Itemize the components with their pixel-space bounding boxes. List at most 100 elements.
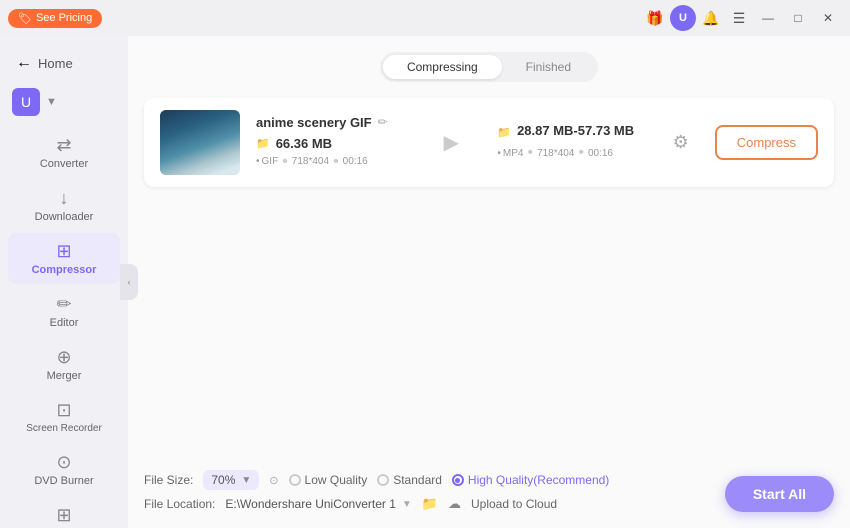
upload-cloud-icon[interactable]: ☁ xyxy=(448,496,461,512)
sidebar-item-dvd-burner[interactable]: ⊙ DVD Burner xyxy=(8,444,120,495)
file-size-selector[interactable]: 70% ▼ xyxy=(203,470,259,490)
home-icon: ← xyxy=(16,54,32,72)
compressor-label: Compressor xyxy=(32,264,97,276)
folder-browse-icon[interactable]: 📁 xyxy=(422,496,438,512)
source-size-value: 66.36 MB xyxy=(276,136,332,151)
standard-radio xyxy=(377,474,389,486)
editor-icon: ✏ xyxy=(56,294,71,315)
sidebar-item-tools[interactable]: ⊞ Tools xyxy=(8,497,120,528)
out-sep1: • xyxy=(527,144,533,162)
dvd-burner-label: DVD Burner xyxy=(34,475,93,487)
sidebar-collapse-button[interactable]: ‹ xyxy=(120,264,138,300)
notification-button[interactable]: 🔔 xyxy=(698,5,724,31)
file-size-label: File Size: xyxy=(144,473,193,487)
location-dropdown-arrow: ▼ xyxy=(402,499,412,510)
high-quality-label: High Quality(Recommend) xyxy=(468,473,609,487)
dropdown-arrow: ▼ xyxy=(241,475,251,486)
arrow-section: ▶ xyxy=(421,130,481,155)
menu-button[interactable]: ☰ xyxy=(726,5,752,31)
sidebar-item-screen-recorder[interactable]: ⊡ Screen Recorder xyxy=(8,392,120,442)
output-details: • MP4 • 718*404 • 00:16 xyxy=(497,144,646,162)
close-button[interactable]: ✕ xyxy=(814,7,842,29)
quality-icon: ⊙ xyxy=(269,474,278,487)
location-value: E:\Wondershare UniConverter 1 xyxy=(225,497,396,511)
screen-recorder-label: Screen Recorder xyxy=(26,423,102,434)
titlebar-controls: 🎁 U 🔔 ☰ — □ ✕ xyxy=(642,5,842,31)
editor-label: Editor xyxy=(50,317,79,329)
app-body: ← Home U ▼ ⇄ Converter ↓ Downloader ⊞ Co… xyxy=(0,36,850,528)
quality-options: Low Quality Standard High Quality(Recomm… xyxy=(289,473,610,487)
output-format: • MP4 xyxy=(497,148,523,159)
high-quality-option[interactable]: High Quality(Recommend) xyxy=(452,473,609,487)
tag-icon: 🏷 xyxy=(18,12,32,25)
arrow-icon: ▶ xyxy=(444,130,459,155)
low-quality-option[interactable]: Low Quality xyxy=(289,473,368,487)
converter-label: Converter xyxy=(40,158,88,170)
file-thumbnail xyxy=(160,110,240,175)
maximize-button[interactable]: □ xyxy=(784,7,812,29)
size-value: 70% xyxy=(211,473,235,487)
compress-button[interactable]: Compress xyxy=(715,125,818,160)
sidebar: ← Home U ▼ ⇄ Converter ↓ Downloader ⊞ Co… xyxy=(0,36,128,528)
settings-icon-button[interactable]: ⚙ xyxy=(663,125,699,161)
sidebar-item-merger[interactable]: ⊕ Merger xyxy=(8,339,120,390)
gift-button[interactable]: 🎁 xyxy=(642,5,668,31)
sidebar-item-compressor[interactable]: ⊞ Compressor xyxy=(8,233,120,284)
file-location-label: File Location: xyxy=(144,497,215,511)
merger-label: Merger xyxy=(47,370,82,382)
minimize-button[interactable]: — xyxy=(754,7,782,29)
sidebar-item-downloader[interactable]: ↓ Downloader xyxy=(8,180,120,231)
standard-label: Standard xyxy=(393,473,442,487)
sidebar-item-editor[interactable]: ✏ Editor xyxy=(8,286,120,337)
tab-bar: Compressing Finished xyxy=(144,52,834,82)
downloader-icon: ↓ xyxy=(60,188,69,209)
sidebar-home-label: Home xyxy=(38,56,73,71)
low-quality-label: Low Quality xyxy=(305,473,368,487)
avatar-button[interactable]: U xyxy=(670,5,696,31)
file-name-row: anime scenery GIF ✏ xyxy=(256,115,405,130)
titlebar: 🏷 See Pricing 🎁 U 🔔 ☰ — □ ✕ xyxy=(0,0,850,36)
low-quality-radio xyxy=(289,474,301,486)
high-quality-radio xyxy=(452,474,464,486)
screen-recorder-icon: ⊡ xyxy=(56,400,71,421)
output-file-info: 📁 28.87 MB-57.73 MB • MP4 • 718*404 • 00… xyxy=(497,123,646,162)
separator1: • xyxy=(282,153,288,171)
main-content: Compressing Finished anime scenery GIF ✏… xyxy=(128,36,850,528)
source-size: 📁 66.36 MB xyxy=(256,136,405,151)
see-pricing-button[interactable]: 🏷 See Pricing xyxy=(8,9,102,28)
standard-option[interactable]: Standard xyxy=(377,473,442,487)
start-all-button[interactable]: Start All xyxy=(725,476,834,512)
tab-compressing[interactable]: Compressing xyxy=(383,55,502,79)
output-size-value: 28.87 MB-57.73 MB xyxy=(517,123,634,138)
gift-icon: 🎁 xyxy=(646,10,663,27)
dvd-burner-icon: ⊙ xyxy=(56,452,71,473)
output-resolution: 718*404 xyxy=(537,148,574,159)
tab-container: Compressing Finished xyxy=(380,52,598,82)
sidebar-item-home[interactable]: ← Home xyxy=(0,44,128,82)
thumbnail-image xyxy=(160,110,240,175)
logo-arrow: ▼ xyxy=(46,96,57,108)
tools-icon: ⊞ xyxy=(56,505,71,526)
source-format: • GIF xyxy=(256,156,278,167)
upload-cloud-label: Upload to Cloud xyxy=(471,497,557,511)
folder-icon-output: 📁 xyxy=(497,126,511,139)
app-logo-area: U ▼ xyxy=(0,82,128,126)
file-name: anime scenery GIF xyxy=(256,115,372,130)
out-sep2: • xyxy=(578,144,584,162)
source-file-info: anime scenery GIF ✏ 📁 66.36 MB • GIF • 7… xyxy=(256,115,405,171)
compressor-icon: ⊞ xyxy=(56,241,71,262)
edit-icon[interactable]: ✏ xyxy=(378,115,388,129)
source-details: • GIF • 718*404 • 00:16 xyxy=(256,153,405,171)
source-resolution: 718*404 xyxy=(292,156,329,167)
file-card: anime scenery GIF ✏ 📁 66.36 MB • GIF • 7… xyxy=(144,98,834,187)
downloader-label: Downloader xyxy=(35,211,94,223)
app-logo: U xyxy=(12,88,40,116)
format-dot: • xyxy=(256,156,260,167)
output-size: 📁 28.87 MB-57.73 MB xyxy=(497,123,646,142)
separator2: • xyxy=(333,153,339,171)
folder-icon-source: 📁 xyxy=(256,137,270,150)
tab-finished[interactable]: Finished xyxy=(502,55,595,79)
converter-icon: ⇄ xyxy=(56,135,71,156)
output-format-dot: • xyxy=(497,148,501,159)
sidebar-item-converter[interactable]: ⇄ Converter xyxy=(8,127,120,178)
